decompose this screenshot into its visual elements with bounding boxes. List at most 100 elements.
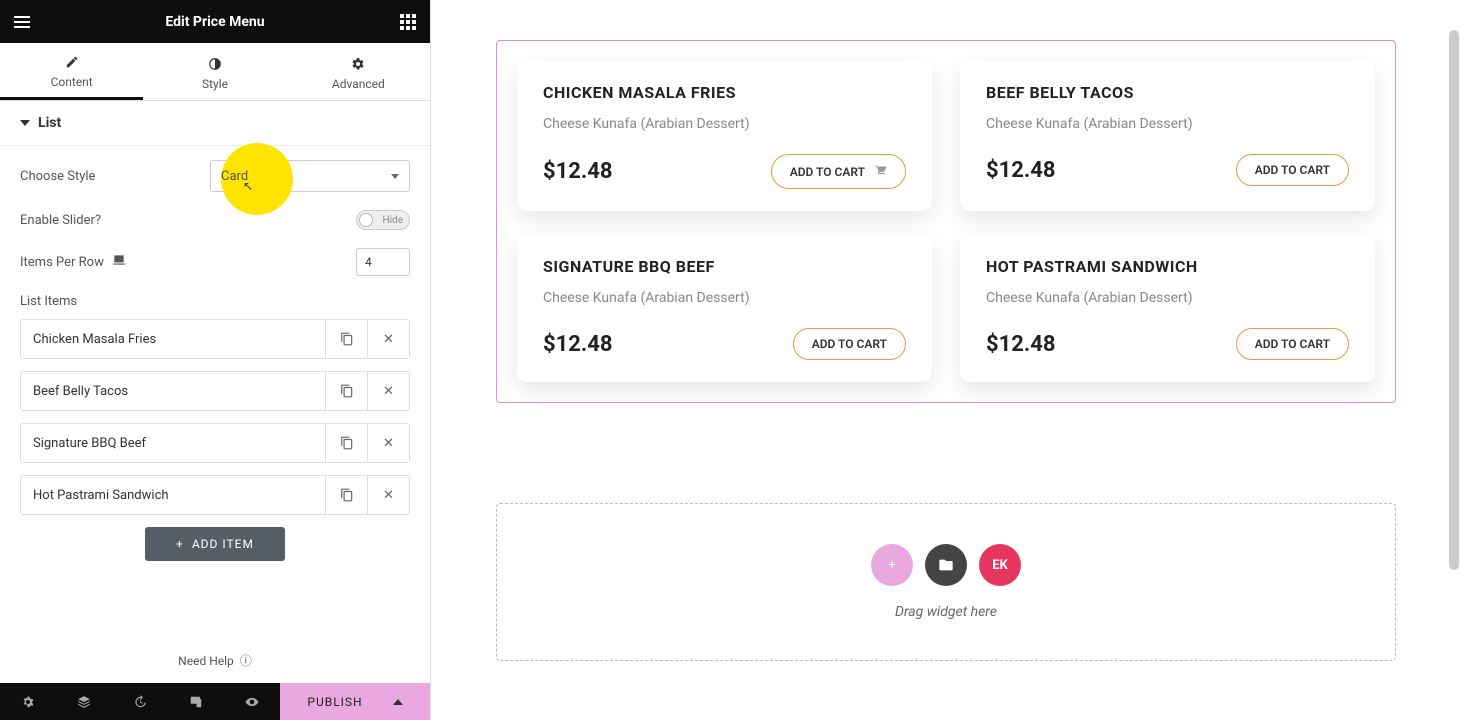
card-price: $12.48 — [543, 332, 613, 357]
card-title: HOT PASTRAMI SANDWICH — [986, 257, 1349, 276]
card-title: SIGNATURE BBQ BEEF — [543, 257, 906, 276]
panel-body: List Choose Style Card ↖ Enable Slider? — [0, 101, 430, 638]
dropzone-icons: + EK — [871, 544, 1021, 586]
duplicate-button[interactable] — [325, 320, 367, 358]
list-item[interactable]: Beef Belly Tacos ✕ — [20, 371, 410, 411]
cart-btn-label: ADD TO CART — [1255, 163, 1330, 177]
plus-icon: + — [176, 537, 184, 551]
editor-sidebar: Edit Price Menu Content Style Advanced L… — [0, 0, 431, 720]
add-to-cart-button[interactable]: ADD TO CART — [1236, 328, 1349, 360]
template-button[interactable] — [925, 544, 967, 586]
add-item-button[interactable]: + ADD ITEM — [145, 527, 285, 561]
tab-label: Advanced — [332, 77, 385, 91]
list-item-name: Hot Pastrami Sandwich — [21, 476, 325, 514]
delete-button[interactable]: ✕ — [367, 424, 409, 462]
select-value: Card — [221, 169, 248, 184]
responsive-icon[interactable] — [168, 683, 224, 720]
tab-advanced[interactable]: Advanced — [287, 43, 430, 100]
duplicate-button[interactable] — [325, 424, 367, 462]
contrast-icon — [208, 57, 222, 71]
ek-label: EK — [992, 558, 1008, 573]
card-footer: $12.48 ADD TO CART — [986, 154, 1349, 186]
duplicate-button[interactable] — [325, 476, 367, 514]
cart-btn-label: ADD TO CART — [790, 165, 865, 179]
card-price: $12.48 — [543, 159, 613, 184]
apps-icon[interactable] — [400, 14, 416, 30]
pencil-icon — [65, 55, 79, 69]
add-section-button[interactable]: + — [871, 544, 913, 586]
dropzone-text: Drag widget here — [895, 604, 997, 620]
preview-icon[interactable] — [224, 683, 280, 720]
price-menu-widget[interactable]: CHICKEN MASALA FRIES Cheese Kunafa (Arab… — [496, 40, 1396, 403]
section-toggle-list[interactable]: List — [0, 101, 430, 146]
row-choose-style: Choose Style Card ↖ — [20, 160, 410, 192]
items-per-row-input[interactable]: 4 — [356, 248, 410, 276]
navigator-icon[interactable] — [56, 683, 112, 720]
list-item-name: Chicken Masala Fries — [21, 320, 325, 358]
caret-down-icon — [20, 120, 30, 126]
list-item[interactable]: Chicken Masala Fries ✕ — [20, 319, 410, 359]
add-to-cart-button[interactable]: ADD TO CART — [793, 328, 906, 360]
label-list-items: List Items — [20, 294, 410, 309]
card-footer: $12.48 ADD TO CART — [986, 328, 1349, 360]
menu-card: BEEF BELLY TACOS Cheese Kunafa (Arabian … — [960, 61, 1375, 211]
label-choose-style: Choose Style — [20, 169, 95, 184]
help-icon: ⓘ — [240, 652, 252, 669]
add-to-cart-button[interactable]: ADD TO CART — [771, 154, 906, 189]
card-title: BEEF BELLY TACOS — [986, 83, 1349, 102]
card-footer: $12.48 ADD TO CART — [543, 328, 906, 360]
tab-label: Content — [51, 75, 93, 89]
canvas[interactable]: CHICKEN MASALA FRIES Cheese Kunafa (Arab… — [431, 0, 1461, 720]
sidebar-header: Edit Price Menu — [0, 0, 430, 43]
ek-button[interactable]: EK — [979, 544, 1021, 586]
label-items-per-row: Items Per Row — [20, 253, 126, 271]
history-icon[interactable] — [112, 683, 168, 720]
add-to-cart-button[interactable]: ADD TO CART — [1236, 154, 1349, 186]
gear-icon — [351, 57, 365, 71]
toggle-value: Hide — [382, 215, 403, 226]
row-enable-slider: Enable Slider? Hide — [20, 210, 410, 230]
app-root: Edit Price Menu Content Style Advanced L… — [0, 0, 1461, 720]
list-item-name: Beef Belly Tacos — [21, 372, 325, 410]
delete-button[interactable]: ✕ — [367, 372, 409, 410]
tab-style[interactable]: Style — [143, 43, 286, 100]
section-title: List — [38, 115, 61, 131]
dropzone[interactable]: + EK Drag widget here — [496, 503, 1396, 661]
card-subtitle: Cheese Kunafa (Arabian Dessert) — [543, 116, 906, 132]
cart-btn-label: ADD TO CART — [812, 337, 887, 351]
label-enable-slider: Enable Slider? — [20, 213, 101, 228]
page-title: Edit Price Menu — [165, 14, 264, 30]
card-title: CHICKEN MASALA FRIES — [543, 83, 906, 102]
menu-icon[interactable] — [14, 16, 30, 28]
publish-label: PUBLISH — [307, 695, 362, 709]
list-item[interactable]: Signature BBQ Beef ✕ — [20, 423, 410, 463]
tab-content[interactable]: Content — [0, 43, 143, 100]
ipr-value: 4 — [365, 255, 372, 269]
delete-button[interactable]: ✕ — [367, 320, 409, 358]
toggle-knob — [359, 213, 373, 227]
controls: Choose Style Card ↖ Enable Slider? Hide — [0, 146, 430, 575]
card-subtitle: Cheese Kunafa (Arabian Dessert) — [986, 116, 1349, 132]
menu-card: CHICKEN MASALA FRIES Cheese Kunafa (Arab… — [517, 61, 932, 211]
card-subtitle: Cheese Kunafa (Arabian Dessert) — [543, 290, 906, 306]
choose-style-select[interactable]: Card ↖ — [210, 160, 410, 192]
delete-button[interactable]: ✕ — [367, 476, 409, 514]
desktop-icon[interactable] — [112, 253, 126, 271]
list-item[interactable]: Hot Pastrami Sandwich ✕ — [20, 475, 410, 515]
card-footer: $12.48 ADD TO CART — [543, 154, 906, 189]
canvas-inner: CHICKEN MASALA FRIES Cheese Kunafa (Arab… — [496, 40, 1396, 661]
tab-label: Style — [202, 77, 228, 91]
add-item-label: ADD ITEM — [192, 537, 254, 551]
enable-slider-toggle[interactable]: Hide — [356, 210, 410, 230]
help-link[interactable]: Need Help ⓘ — [0, 638, 430, 683]
help-text: Need Help — [178, 654, 234, 668]
card-price: $12.48 — [986, 332, 1056, 357]
ipr-text: Items Per Row — [20, 255, 104, 270]
chevron-up-icon — [393, 699, 403, 705]
card-price: $12.48 — [986, 158, 1056, 183]
scrollbar[interactable] — [1449, 30, 1459, 570]
duplicate-button[interactable] — [325, 372, 367, 410]
publish-button[interactable]: PUBLISH — [280, 683, 430, 720]
list-item-name: Signature BBQ Beef — [21, 424, 325, 462]
settings-icon[interactable] — [0, 683, 56, 720]
